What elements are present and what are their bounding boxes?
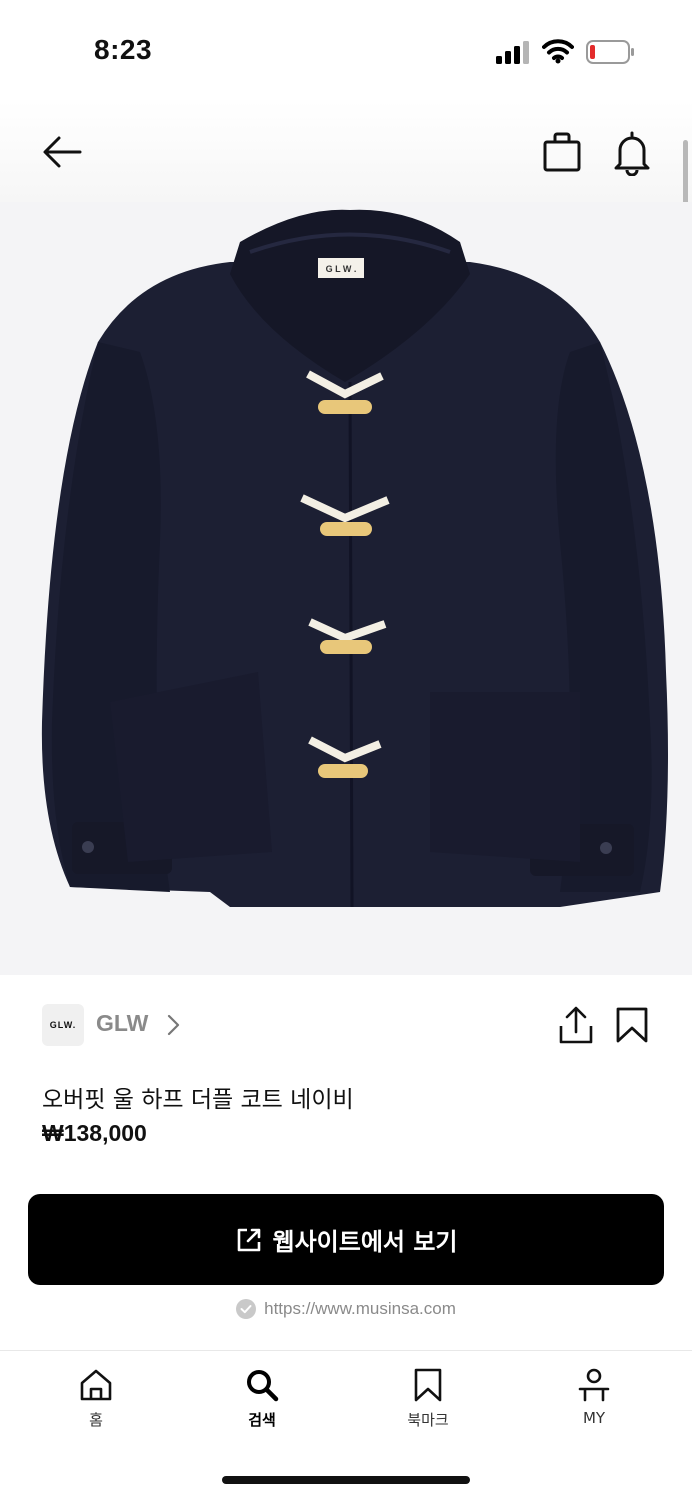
source-url-row: https://www.musinsa.com: [0, 1296, 692, 1322]
tab-search[interactable]: 검색: [212, 1367, 312, 1437]
bookmark-icon[interactable]: [614, 1006, 650, 1044]
home-indicator[interactable]: [222, 1476, 470, 1484]
arrow-left-icon[interactable]: [40, 130, 84, 174]
chevron-right-icon[interactable]: [164, 1012, 182, 1038]
brand-row: GLW. GLW: [40, 1000, 652, 1048]
home-icon: [80, 1369, 112, 1401]
view-on-website-button[interactable]: 웹사이트에서 보기: [28, 1194, 664, 1285]
coat-image: G L W .: [0, 202, 692, 975]
cellular-signal-icon: [496, 41, 529, 64]
svg-text:G L W .: G L W .: [326, 264, 357, 274]
source-url[interactable]: https://www.musinsa.com: [264, 1299, 456, 1319]
bell-icon[interactable]: [610, 128, 654, 176]
battery-icon: [586, 40, 634, 64]
status-bar: 8:23: [0, 0, 692, 100]
tab-bookmark[interactable]: 북마크: [378, 1367, 478, 1437]
brand-name-link[interactable]: GLW: [96, 1010, 148, 1037]
tab-search-label: 검색: [248, 1411, 276, 1429]
search-icon: [247, 1370, 279, 1402]
user-icon: [578, 1368, 610, 1402]
view-on-website-label: 웹사이트에서 보기: [272, 1228, 458, 1256]
bottom-tab-bar: 홈 검색 북마크 MY: [0, 1350, 692, 1450]
tab-home[interactable]: 홈: [46, 1367, 146, 1437]
product-title: 오버핏 울 하프 더플 코트 네이비: [42, 1087, 354, 1113]
product-image[interactable]: G L W .: [0, 202, 692, 975]
tab-home-label: 홈: [89, 1411, 103, 1429]
share-icon[interactable]: [556, 1004, 596, 1046]
top-navigation-bar: [0, 100, 692, 202]
wifi-icon: [542, 39, 574, 64]
product-price: ₩138,000: [42, 1120, 147, 1146]
external-link-icon: [237, 1228, 260, 1251]
status-time: 8:23: [94, 34, 153, 65]
shopping-bag-icon[interactable]: [540, 130, 584, 174]
tab-bookmark-label: 북마크: [407, 1411, 449, 1429]
brand-logo[interactable]: GLW.: [42, 1004, 84, 1046]
tab-my[interactable]: MY: [544, 1367, 644, 1437]
bookmark-icon: [414, 1368, 442, 1402]
tab-my-label: MY: [582, 1409, 606, 1427]
check-circle-icon: [236, 1299, 257, 1319]
